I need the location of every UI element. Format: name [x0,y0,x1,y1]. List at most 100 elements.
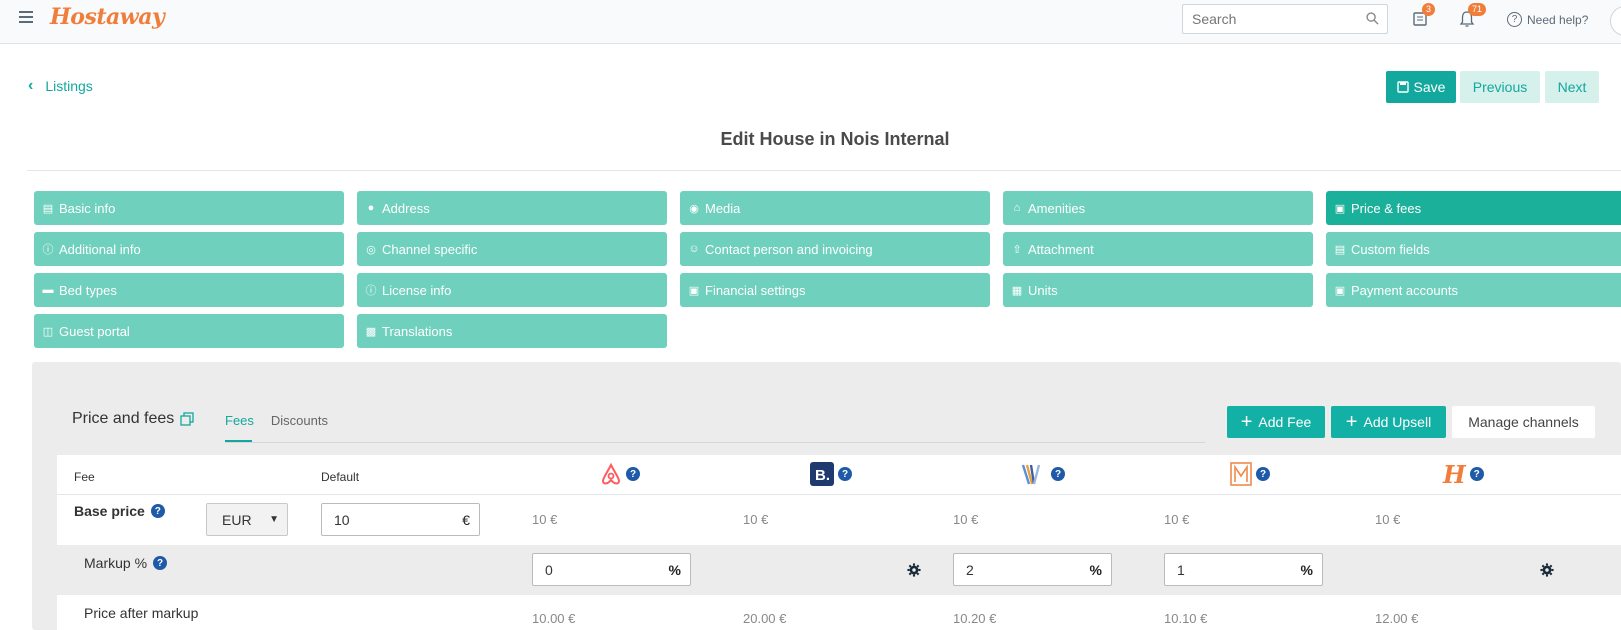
brand-logo[interactable]: Hostaway [50,4,165,30]
next-button[interactable]: Next [1545,71,1599,103]
markup-input-airbnb[interactable]: 0 % [532,553,691,586]
manage-channels-button[interactable]: Manage channels [1452,406,1595,438]
nav-contact-person[interactable]: ☺ Contact person and invoicing [680,232,990,266]
base-price-value: 10 [334,511,350,528]
channel-value: 10.00 € [532,611,576,626]
notifications-icon[interactable]: 71 [1458,3,1487,30]
marriott-logo-icon [1230,462,1252,486]
search-input[interactable] [1183,5,1353,33]
markup-input-vrbo[interactable]: 2 % [953,553,1112,586]
channel-value: 20.00 € [743,611,787,626]
nav-price-fees[interactable]: ▣ Price & fees [1326,191,1621,225]
add-fee-button[interactable]: + Add Fee [1227,406,1325,438]
nav-payment-accounts[interactable]: ▣ Payment accounts [1326,273,1621,307]
money-icon: ▣ [688,284,700,297]
nav-amenities[interactable]: ⌂ Amenities [1003,191,1313,225]
nav-custom-fields[interactable]: ▤ Custom fields [1326,232,1621,266]
channel-marriott: ? [1230,461,1270,487]
nav-label: Custom fields [1351,241,1430,257]
messages-icon[interactable]: 3 [1412,3,1436,30]
nav-channel-specific[interactable]: ◎ Channel specific [357,232,667,266]
help-icon[interactable]: ? [153,556,168,570]
hostaway-logo-icon: H [1443,459,1466,489]
currency-value: EUR [222,511,252,528]
add-upsell-button[interactable]: + Add Upsell [1331,406,1446,438]
copy-icon[interactable] [180,411,195,427]
nav-bed-types[interactable]: ▬ Bed types [34,273,344,307]
chevron-down-icon: ▼ [269,514,279,525]
help-icon[interactable]: ? [1051,467,1065,481]
nav-label: Financial settings [705,282,806,298]
tab-fees[interactable]: Fees [225,413,254,428]
menu-icon[interactable] [19,11,35,25]
nav-translations[interactable]: ▩ Translations [357,314,667,348]
messages-badge: 3 [1422,3,1436,16]
nav-attachment[interactable]: ⇧ Attachment [1003,232,1313,266]
section-title: Price and fees [72,410,195,428]
building-icon: ▦ [1011,284,1023,297]
nav-license-info[interactable]: ⓘ License info [357,273,667,307]
markup-value: 1 [1177,561,1185,578]
nav-label: Bed types [59,282,117,298]
help-icon[interactable]: ? [1469,467,1484,481]
help-icon[interactable]: ? [1256,467,1270,481]
nav-financial-settings[interactable]: ▣ Financial settings [680,273,990,307]
markup-label: Markup % ? [84,555,168,571]
channel-value: 10 € [953,512,979,527]
add-fee-label: Add Fee [1258,414,1312,430]
fee-column-header: Fee [74,470,95,484]
nav-label: Media [705,200,741,216]
help-icon[interactable]: ? [838,467,852,481]
id-card-icon: ▤ [1334,243,1346,256]
nav-label: Attachment [1028,241,1094,257]
previous-label: Previous [1472,79,1528,95]
chevron-left-icon: ‹ [28,77,34,94]
top-bar: Hostaway 3 71 ? Need help? [0,0,1621,44]
save-icon [1396,81,1409,93]
help-link[interactable]: ? Need help? [1507,12,1588,27]
gear-icon[interactable] [1540,563,1554,577]
search-box[interactable] [1182,4,1388,34]
search-icon[interactable] [1366,12,1379,25]
save-button[interactable]: Save [1386,71,1456,103]
euro-suffix: € [462,512,470,528]
next-label: Next [1557,79,1587,95]
nav-media[interactable]: ◉ Media [680,191,990,225]
header-divider [27,170,1621,171]
nav-units[interactable]: ▦ Units [1003,273,1313,307]
previous-button[interactable]: Previous [1460,71,1540,103]
back-to-listings[interactable]: ‹ Listings [28,77,93,95]
plus-icon: + [1240,411,1253,433]
channel-vrbo: ? [1021,461,1065,487]
tab-discounts[interactable]: Discounts [271,413,328,428]
nav-label: Translations [382,323,453,339]
nav-address[interactable]: ● Address [357,191,667,225]
nav-additional-info[interactable]: ⓘ Additional info [34,232,344,266]
camera-icon: ◉ [689,202,699,215]
nav-label: Basic info [59,200,116,216]
channel-booking: B. ? [810,461,852,487]
map-marker-icon: ● [367,202,375,214]
help-icon[interactable]: ? [626,467,640,481]
channel-value: 10 € [1164,512,1190,527]
channel-value: 12.00 € [1375,611,1419,626]
nav-basic-info[interactable]: ▤ Basic info [34,191,344,225]
channel-hostaway: H ? [1443,459,1484,489]
currency-select[interactable]: EUR ▼ [206,503,288,536]
channel-value: 10.20 € [953,611,997,626]
upload-icon: ⇧ [1012,243,1022,256]
nav-label: Contact person and invoicing [705,241,873,257]
nav-label: Units [1028,282,1058,298]
nav-label: Channel specific [382,241,478,257]
avatar[interactable] [1610,6,1621,36]
help-icon[interactable]: ? [150,504,165,518]
markup-input-marriott[interactable]: 1 % [1164,553,1323,586]
save-label: Save [1413,79,1446,95]
default-column-header: Default [321,470,360,484]
id-card-icon: ▤ [42,202,54,215]
gear-icon[interactable] [907,563,921,577]
percent-suffix: % [1089,562,1102,578]
base-price-input[interactable]: 10 € [321,503,480,536]
nav-guest-portal[interactable]: ◫ Guest portal [34,314,344,348]
section-tabs: Fees Discounts [225,413,328,428]
